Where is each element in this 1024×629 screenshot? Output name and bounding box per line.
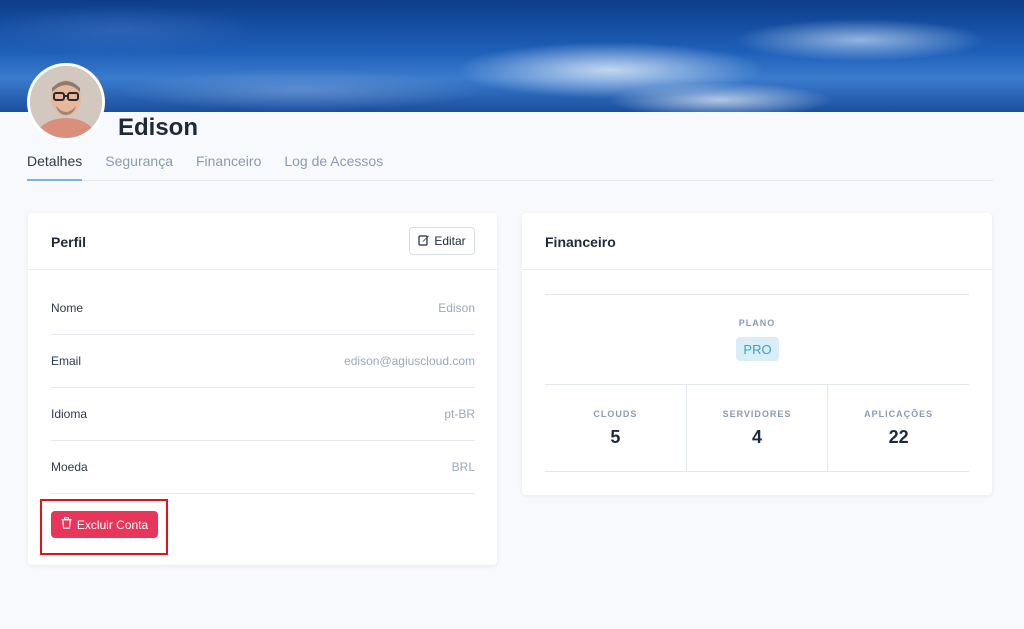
divider xyxy=(545,294,969,295)
stat-servidores: SERVIDORES 4 xyxy=(685,385,828,471)
financeiro-card-header: Financeiro xyxy=(522,213,992,270)
row-value: pt-BR xyxy=(444,407,475,421)
edit-button-label: Editar xyxy=(434,234,466,248)
row-value: BRL xyxy=(451,460,475,474)
profile-row-moeda: Moeda BRL xyxy=(51,441,475,494)
profile-tabs: Detalhes Segurança Financeiro Log de Ace… xyxy=(27,148,993,181)
edit-button[interactable]: Editar xyxy=(409,227,475,255)
delete-account-label: Excluir Conta xyxy=(76,517,149,532)
perfil-card-header: Perfil Editar xyxy=(28,213,497,270)
row-label: Email xyxy=(51,354,82,368)
usage-stats: CLOUDS 5 SERVIDORES 4 APLICAÇÕES 22 xyxy=(545,384,969,472)
row-label: Nome xyxy=(51,301,84,315)
plan-badge: PRO xyxy=(736,337,779,361)
perfil-card-title: Perfil xyxy=(51,234,87,250)
profile-row-idioma: Idioma pt-BR xyxy=(51,388,475,441)
tab-financeiro[interactable]: Financeiro xyxy=(196,148,261,181)
stat-label: CLOUDS xyxy=(593,409,638,419)
profile-name: Edison xyxy=(118,114,199,141)
stat-aplicacoes: APLICAÇÕES 22 xyxy=(827,385,969,471)
trash-icon xyxy=(61,517,72,532)
tab-seguranca[interactable]: Segurança xyxy=(105,148,173,181)
stat-value: 22 xyxy=(888,427,909,447)
stat-label: SERVIDORES xyxy=(722,409,792,419)
profile-row-email: Email edison@agiuscloud.com xyxy=(51,335,475,388)
row-label: Moeda xyxy=(51,460,88,474)
tab-detalhes[interactable]: Detalhes xyxy=(27,148,83,181)
financeiro-card: Financeiro PLANO PRO CLOUDS 5 SERVIDORES… xyxy=(522,213,992,495)
stat-value: 5 xyxy=(610,427,621,447)
stat-value: 4 xyxy=(752,427,763,447)
delete-account-button[interactable]: Excluir Conta xyxy=(51,511,158,538)
profile-row-nome: Nome Edison xyxy=(51,282,475,335)
financeiro-card-title: Financeiro xyxy=(545,234,616,250)
stat-clouds: CLOUDS 5 xyxy=(545,385,686,471)
avatar xyxy=(27,63,105,141)
profile-cover-banner xyxy=(0,0,1024,112)
row-label: Idioma xyxy=(51,407,88,421)
stat-label: APLICAÇÕES xyxy=(864,409,934,419)
edit-icon xyxy=(418,234,430,249)
perfil-rows: Nome Edison Email edison@agiuscloud.com … xyxy=(51,282,475,494)
tab-log-de-acessos[interactable]: Log de Acessos xyxy=(284,148,383,181)
row-value: edison@agiuscloud.com xyxy=(344,354,475,368)
row-value: Edison xyxy=(438,301,475,315)
plan-label: PLANO xyxy=(738,318,776,328)
